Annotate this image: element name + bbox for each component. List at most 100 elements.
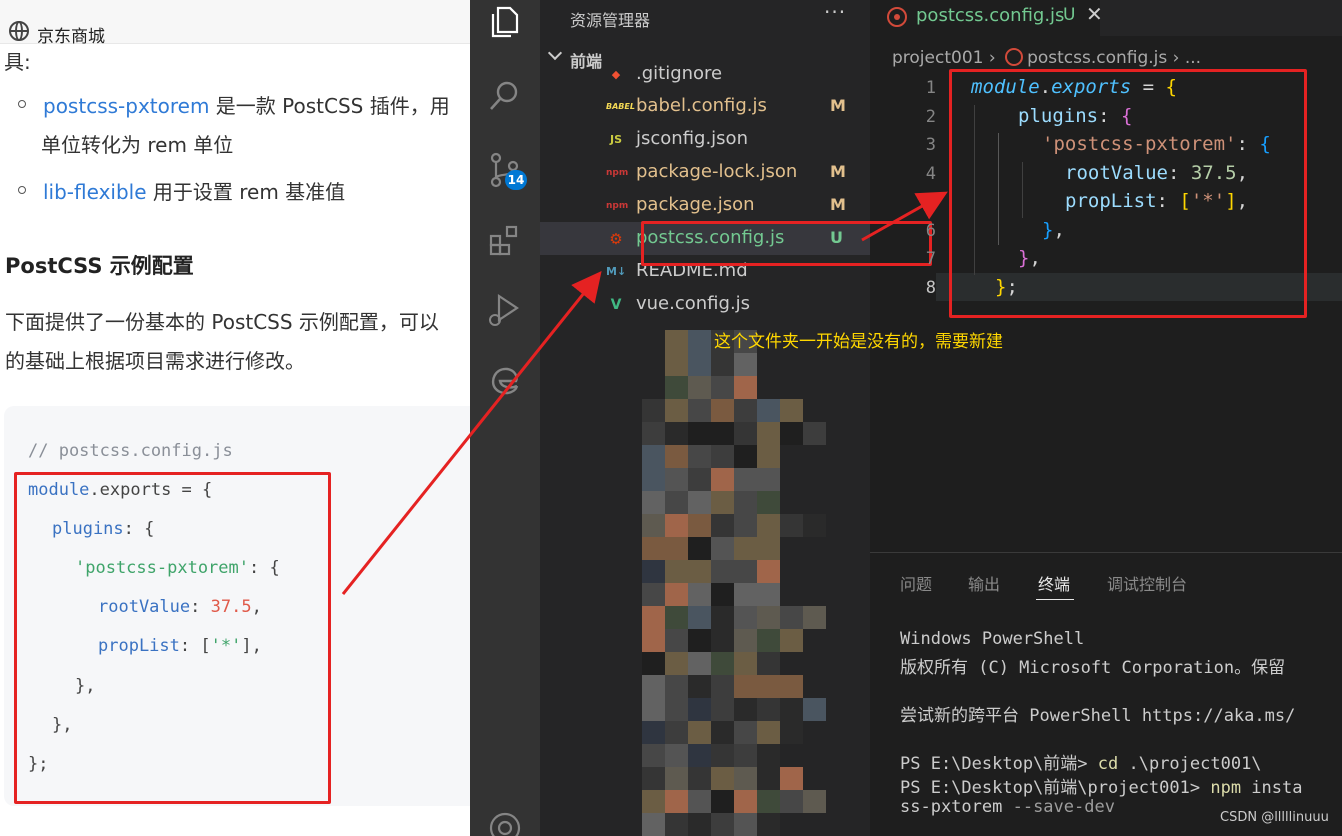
blur-tile bbox=[665, 767, 688, 790]
blur-tile bbox=[757, 606, 780, 629]
tab-debug-console[interactable]: 调试控制台 bbox=[1107, 571, 1187, 595]
blur-tile bbox=[665, 468, 688, 491]
blur-tile bbox=[734, 376, 757, 399]
blur-tile bbox=[711, 675, 734, 698]
blur-tile bbox=[665, 353, 688, 376]
blur-tile bbox=[665, 399, 688, 422]
tab-output[interactable]: 输出 bbox=[968, 571, 1000, 595]
blur-tile bbox=[734, 445, 757, 468]
blur-tile bbox=[665, 560, 688, 583]
explorer-title: 资源管理器 bbox=[570, 11, 651, 30]
watermark: CSDN @lllllinuuu bbox=[1220, 810, 1329, 825]
accounts-icon[interactable] bbox=[487, 810, 523, 836]
blur-tile bbox=[688, 514, 711, 537]
tab-terminal[interactable]: 终端 bbox=[1038, 571, 1070, 595]
breadcrumb-file[interactable]: postcss.config.js bbox=[1027, 48, 1167, 68]
blur-tile bbox=[803, 698, 826, 721]
blur-tile bbox=[711, 583, 734, 606]
blur-tile bbox=[642, 767, 665, 790]
list-bullet bbox=[18, 100, 26, 108]
blur-tile bbox=[665, 675, 688, 698]
breadcrumb-tail[interactable]: › ... bbox=[1173, 48, 1201, 68]
blur-tile bbox=[757, 445, 780, 468]
postcss-icon bbox=[887, 7, 907, 27]
browser-tab-title[interactable]: 京东商城 bbox=[37, 22, 105, 47]
file-name: package-lock.json bbox=[636, 161, 798, 182]
npm-icon: npm bbox=[606, 201, 629, 211]
browser-tab-bar: 京东商城 bbox=[0, 0, 470, 47]
blur-tile bbox=[665, 445, 688, 468]
annotation-box-doc-code bbox=[14, 472, 331, 804]
extensions-icon[interactable] bbox=[487, 222, 523, 258]
blur-tile bbox=[780, 514, 803, 537]
annotation-box-editor-code bbox=[949, 69, 1307, 318]
tab-problems[interactable]: 问题 bbox=[900, 571, 932, 595]
blur-tile bbox=[734, 629, 757, 652]
editor-tab-bar: postcss.config.js U ✕ bbox=[870, 0, 1342, 36]
explorer-sidebar: 资源管理器 ··· 前端 ◆ .gitignore BABEL babel.co… bbox=[540, 0, 932, 836]
globe-icon bbox=[9, 21, 29, 41]
postcss-icon bbox=[1005, 48, 1024, 66]
more-actions-button[interactable]: ··· bbox=[824, 0, 846, 24]
blur-tile bbox=[642, 583, 665, 606]
blur-tile bbox=[757, 491, 780, 514]
blur-tile bbox=[665, 537, 688, 560]
blur-tile bbox=[757, 767, 780, 790]
explorer-icon[interactable] bbox=[487, 4, 523, 40]
close-icon[interactable]: ✕ bbox=[1086, 2, 1103, 26]
breadcrumb: project001 › postcss.config.js › ... bbox=[892, 48, 1201, 68]
blur-tile bbox=[642, 491, 665, 514]
terminal-line: PS E:\Desktop\前端\project001> npm insta bbox=[900, 778, 1303, 798]
blur-tile bbox=[734, 399, 757, 422]
blur-tile bbox=[780, 721, 803, 744]
blur-tile bbox=[665, 744, 688, 767]
blur-tile bbox=[780, 606, 803, 629]
tab-postcss-config[interactable]: postcss.config.js U ✕ bbox=[870, 0, 1103, 36]
run-debug-icon[interactable] bbox=[487, 292, 523, 328]
blur-tile bbox=[711, 652, 734, 675]
breadcrumb-folder[interactable]: project001 bbox=[892, 48, 983, 68]
blur-tile bbox=[711, 629, 734, 652]
blur-tile bbox=[780, 675, 803, 698]
lib-flexible-link[interactable]: lib-flexible bbox=[43, 180, 147, 204]
blur-tile bbox=[711, 698, 734, 721]
blur-tile bbox=[734, 675, 757, 698]
blur-tile bbox=[665, 376, 688, 399]
blur-tile bbox=[688, 330, 711, 353]
blur-tile bbox=[711, 767, 734, 790]
blur-tile bbox=[734, 491, 757, 514]
blur-tile bbox=[757, 514, 780, 537]
blur-tile bbox=[665, 491, 688, 514]
edge-extension-icon[interactable] bbox=[487, 364, 523, 400]
list-item-continuation: 单位转化为 rem 单位 bbox=[41, 133, 234, 157]
blur-tile bbox=[711, 491, 734, 514]
file-row-gitignore[interactable]: ◆ .gitignore bbox=[540, 58, 870, 91]
blur-tile bbox=[665, 629, 688, 652]
blur-tile bbox=[665, 698, 688, 721]
line-number: 7 bbox=[925, 249, 936, 269]
git-status-badge: M bbox=[830, 162, 846, 181]
blur-tile bbox=[734, 583, 757, 606]
blur-tile bbox=[734, 767, 757, 790]
list-bullet bbox=[18, 186, 26, 194]
blur-tile bbox=[734, 744, 757, 767]
line-number: 8 bbox=[925, 278, 936, 298]
postcss-pxtorem-link[interactable]: postcss-pxtorem bbox=[43, 94, 209, 118]
list-item: lib-flexible 用于设置 rem 基准值 bbox=[43, 180, 346, 204]
annotation-box-sidebar-file bbox=[641, 221, 932, 266]
blur-tile bbox=[688, 399, 711, 422]
file-row-package-lock[interactable]: npm package-lock.json M bbox=[540, 156, 870, 189]
search-icon[interactable] bbox=[487, 78, 523, 114]
blur-tile bbox=[688, 629, 711, 652]
line-number: 1 bbox=[925, 78, 936, 98]
file-row-vue-config[interactable]: V vue.config.js bbox=[540, 288, 870, 321]
blur-tile bbox=[642, 560, 665, 583]
file-row-jsconfig[interactable]: JS jsconfig.json bbox=[540, 123, 870, 156]
blur-tile bbox=[757, 422, 780, 445]
file-row-package-json[interactable]: npm package.json M bbox=[540, 189, 870, 222]
annotation-note: 这个文件夹一开始是没有的，需要新建 bbox=[714, 332, 1003, 352]
blur-tile bbox=[711, 376, 734, 399]
file-row-babel-config[interactable]: BABEL babel.config.js M bbox=[540, 90, 870, 123]
blur-tile bbox=[734, 721, 757, 744]
blur-tile bbox=[711, 445, 734, 468]
